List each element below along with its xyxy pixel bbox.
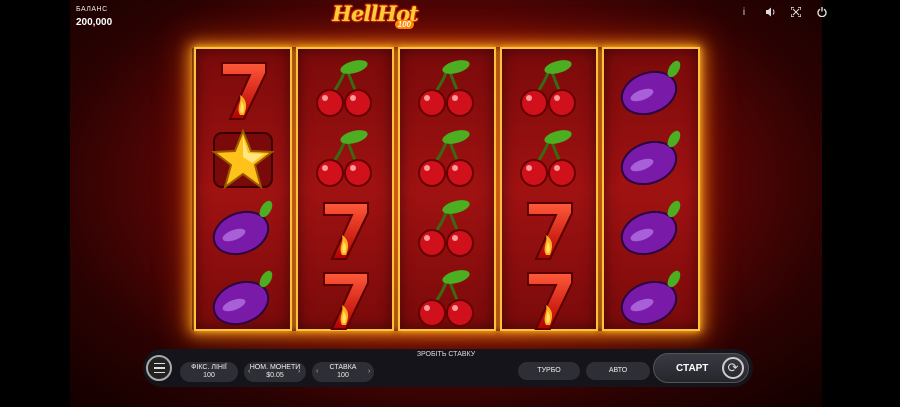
bet-value: 100 — [337, 372, 349, 379]
lines-control: ФІКС. ЛІНІЇ 100 — [180, 362, 238, 382]
lines-label: ФІКС. ЛІНІЇ — [191, 364, 227, 371]
game-logo: HellHot 100 — [330, 1, 420, 31]
cherry-symbol-icon — [516, 127, 582, 193]
auto-button[interactable]: АВТО — [586, 362, 650, 380]
cherry-symbol-icon — [414, 57, 480, 123]
seven-symbol-icon — [210, 57, 276, 123]
coin-label: НОМ. МОНЕТИ — [249, 364, 301, 371]
reel-2 — [296, 47, 394, 331]
right-letterbox — [830, 0, 900, 407]
logo-badge: 100 — [394, 20, 414, 29]
reel-4 — [500, 47, 598, 331]
plum-symbol-icon — [618, 57, 684, 123]
cherry-symbol-icon — [312, 57, 378, 123]
reel-5 — [602, 47, 700, 331]
plum-symbol-icon — [618, 267, 684, 333]
coin-value-control: НОМ. МОНЕТИ $0.05 — [244, 362, 306, 382]
bet-increase-icon[interactable]: › — [368, 368, 370, 375]
power-icon[interactable] — [816, 5, 828, 19]
bet-decrease-icon[interactable]: ‹ — [316, 368, 318, 375]
left-letterbox — [0, 0, 70, 407]
bet-label: СТАВКА — [329, 364, 357, 371]
turbo-button[interactable]: ТУРБО — [518, 362, 580, 380]
coin-decrease-icon[interactable]: ‹ — [248, 368, 250, 375]
plum-symbol-icon — [618, 127, 684, 193]
reel-1 — [194, 47, 292, 331]
cherry-symbol-icon — [414, 197, 480, 263]
make-bet-hint: ЗРОБІТЬ СТАВКУ — [416, 351, 476, 358]
plum-symbol-icon — [618, 197, 684, 263]
start-button[interactable]: СТАРТ ⟳ — [653, 353, 749, 383]
coin-increase-icon[interactable]: › — [298, 368, 300, 375]
seven-symbol-icon — [312, 267, 378, 333]
cherry-symbol-icon — [414, 127, 480, 193]
seven-symbol-icon — [516, 197, 582, 263]
plum-symbol-icon — [210, 267, 276, 333]
coin-value: $0.05 — [266, 372, 284, 379]
plum-symbol-icon — [210, 197, 276, 263]
top-icons: i — [738, 5, 828, 19]
cherry-symbol-icon — [312, 127, 378, 193]
menu-button[interactable] — [146, 355, 172, 381]
fullscreen-icon[interactable] — [790, 5, 802, 19]
cherry-symbol-icon — [516, 57, 582, 123]
seven-symbol-icon — [312, 197, 378, 263]
sound-icon[interactable] — [764, 5, 776, 19]
info-icon[interactable]: i — [738, 5, 750, 19]
lines-value: 100 — [203, 372, 215, 379]
seven-symbol-icon — [516, 267, 582, 333]
balance-label: БАЛАНС — [76, 6, 108, 13]
reel-3 — [398, 47, 496, 331]
balance-panel: БАЛАНС 200,000 — [76, 6, 112, 28]
start-label: СТАРТ — [676, 363, 709, 374]
star-symbol-icon — [210, 127, 276, 193]
balance-value: 200,000 — [76, 17, 113, 28]
spin-icon: ⟳ — [722, 357, 744, 379]
cherry-symbol-icon — [414, 267, 480, 333]
bet-control: СТАВКА 100 — [312, 362, 374, 382]
